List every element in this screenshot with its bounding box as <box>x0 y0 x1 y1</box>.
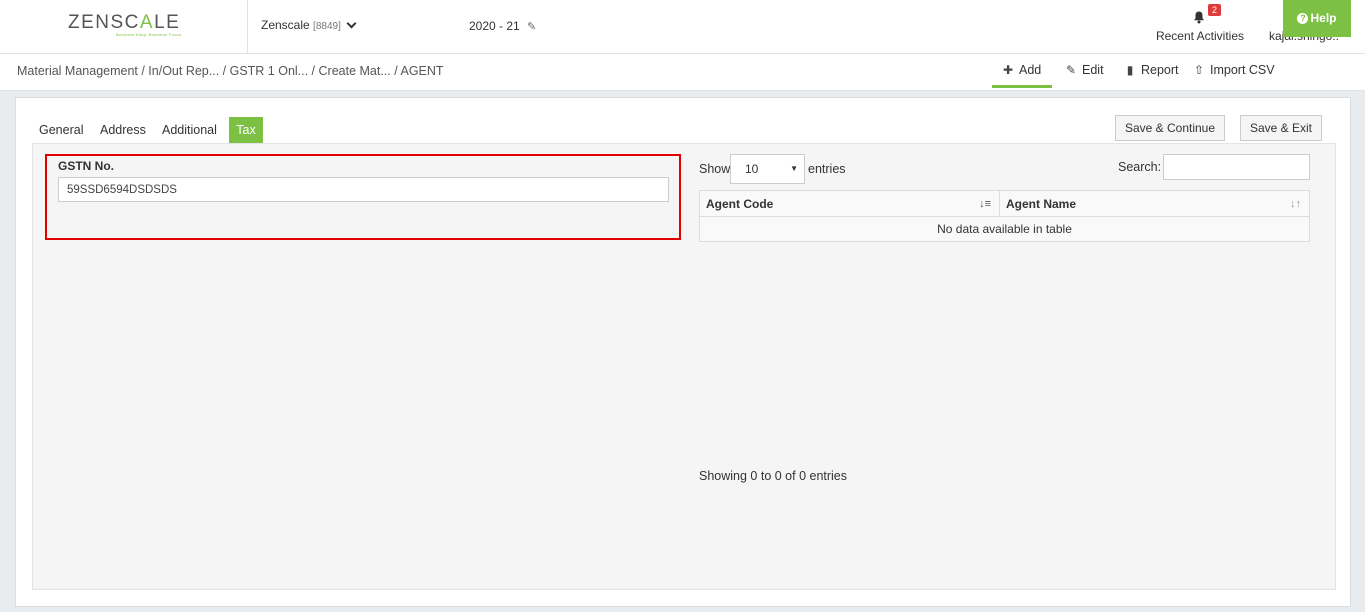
column-header-agent-name[interactable]: Agent Name ↓↑ <box>1000 191 1309 217</box>
logo[interactable]: ZENSCALE Business Easy. Business Focus. <box>0 0 248 54</box>
sub-header: Material Management / In/Out Rep... / GS… <box>0 54 1365 91</box>
upload-icon: ⇧ <box>1193 63 1205 77</box>
tab-address[interactable]: Address <box>93 117 153 143</box>
agent-table: Agent Code ↓≡ Agent Name ↓↑ No data avai… <box>699 190 1310 242</box>
bell-icon <box>1193 11 1205 24</box>
save-continue-button[interactable]: Save & Continue <box>1115 115 1225 141</box>
company-name: Zenscale <box>261 18 310 32</box>
page-size-select[interactable]: 10 ▼ <box>730 154 805 184</box>
column-header-agent-code[interactable]: Agent Code ↓≡ <box>700 191 1000 217</box>
tab-additional[interactable]: Additional <box>155 117 224 143</box>
gstn-field-group: GSTN No. <box>45 154 681 240</box>
help-button[interactable]: ? Help <box>1283 0 1351 37</box>
tab-general[interactable]: General <box>32 117 90 143</box>
tax-panel: GSTN No. Show 10 ▼ entries Search: Agent… <box>32 143 1336 590</box>
search-input[interactable] <box>1163 154 1310 180</box>
sort-icon: ↓↑ <box>1290 198 1301 210</box>
gstn-input[interactable] <box>58 177 669 202</box>
financial-year[interactable]: 2020 - 21 ✎ <box>469 19 536 33</box>
logo-tagline: Business Easy. Business Focus. <box>116 32 183 37</box>
table-header: Agent Code ↓≡ Agent Name ↓↑ <box>700 191 1309 217</box>
active-action-indicator <box>992 85 1052 88</box>
file-icon: ▮ <box>1126 63 1134 77</box>
recent-activities-label: Recent Activities <box>1155 29 1245 43</box>
recent-activities-button[interactable]: 2 Recent Activities <box>1150 4 1250 46</box>
breadcrumb[interactable]: Material Management / In/Out Rep... / GS… <box>17 64 444 78</box>
add-button[interactable]: ✚ Add <box>1002 63 1041 77</box>
report-button[interactable]: ▮ Report <box>1124 63 1179 77</box>
show-label: Show <box>699 162 731 176</box>
edit-button[interactable]: ✎ Edit <box>1065 63 1104 77</box>
caret-down-icon: ▼ <box>790 164 798 173</box>
company-code: [8849] <box>313 21 341 32</box>
tab-tax[interactable]: Tax <box>229 117 263 143</box>
company-selector[interactable]: Zenscale [8849] <box>261 18 357 32</box>
table-info: Showing 0 to 0 of 0 entries <box>699 469 848 483</box>
question-icon: ? <box>1297 13 1309 24</box>
table-empty-row: No data available in table <box>937 222 1072 236</box>
gstn-label: GSTN No. <box>58 159 114 173</box>
import-csv-button[interactable]: ⇧ Import CSV <box>1193 63 1275 77</box>
entries-label: entries <box>808 162 846 176</box>
search-label: Search: <box>1118 160 1162 174</box>
plus-icon: ✚ <box>1002 63 1014 77</box>
sort-desc-icon: ↓≡ <box>979 198 991 210</box>
top-header: ZENSCALE Business Easy. Business Focus. … <box>0 0 1365 54</box>
chevron-down-icon <box>346 18 357 29</box>
main-card: General Address Additional Tax Save & Co… <box>15 97 1351 607</box>
save-exit-button[interactable]: Save & Exit <box>1240 115 1322 141</box>
edit-icon: ✎ <box>1065 63 1077 77</box>
page-size-value: 10 <box>745 162 759 176</box>
logo-wordmark: ZENSCALE <box>68 12 181 33</box>
financial-year-label: 2020 - 21 <box>469 19 520 33</box>
notification-badge: 2 <box>1208 4 1221 16</box>
edit-icon: ✎ <box>527 21 537 33</box>
